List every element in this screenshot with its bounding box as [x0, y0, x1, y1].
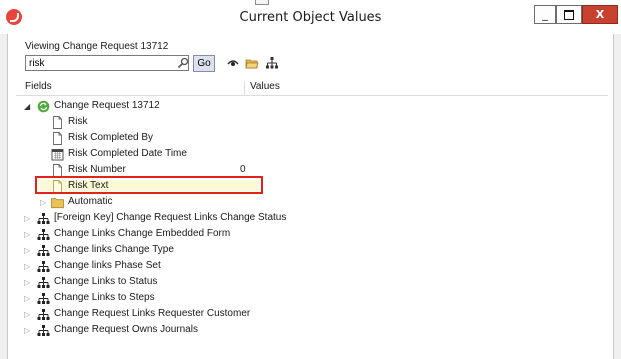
- expand-arrow-icon[interactable]: ▷: [24, 294, 30, 303]
- tree-relation-row[interactable]: ▷ Change links Change Type: [8, 243, 598, 259]
- relation-icon: [37, 261, 50, 272]
- tree-relation-row[interactable]: ▷ Change Request Owns Journals: [8, 323, 598, 339]
- expand-arrow-icon[interactable]: ▷: [24, 326, 30, 335]
- field-label: Risk: [68, 116, 88, 127]
- relation-icon: [37, 245, 50, 256]
- viewing-label: Viewing Change Request 13712: [25, 41, 169, 52]
- relation-icon: [37, 325, 50, 336]
- hierarchy-icon[interactable]: [265, 56, 279, 70]
- tree-relation-row[interactable]: ▷ Change Links to Status: [8, 275, 598, 291]
- collapse-arrow-icon[interactable]: ◢: [24, 102, 30, 111]
- window-title: Current Object Values: [239, 10, 382, 25]
- search-icon[interactable]: [177, 57, 189, 69]
- relation-label: Change links Change Type: [54, 244, 174, 255]
- document-icon: [53, 116, 62, 129]
- expand-arrow-icon[interactable]: ▷: [24, 230, 30, 239]
- current-object-values-window: Current Object Values _ X Viewing Change…: [0, 0, 621, 359]
- column-headers: Fields Values: [16, 81, 608, 96]
- change-request-icon: [37, 100, 50, 113]
- window-border-right: [613, 34, 621, 359]
- content-panel: Viewing Change Request 13712 Go Fields: [8, 34, 613, 359]
- folder-icon: [51, 198, 64, 209]
- relation-icon: [37, 277, 50, 288]
- tree-relation-row[interactable]: ▷ Change Links to Steps: [8, 291, 598, 307]
- relation-label: [Foreign Key] Change Request Links Chang…: [54, 212, 287, 223]
- maximize-button[interactable]: [556, 5, 582, 24]
- relation-label: Change Links to Steps: [54, 292, 155, 303]
- folder-label: Automatic: [68, 196, 113, 207]
- expand-arrow-icon[interactable]: ▷: [24, 278, 30, 287]
- tree-field-row[interactable]: Risk: [8, 115, 598, 131]
- tree-relation-row[interactable]: ▷ [Foreign Key] Change Request Links Cha…: [8, 211, 598, 227]
- relation-label: Change Links Change Embedded Form: [54, 228, 231, 239]
- field-value: 0: [240, 164, 246, 175]
- eye-icon[interactable]: [226, 56, 240, 70]
- tree-root-row[interactable]: ◢ Change Request 13712: [8, 99, 598, 115]
- calendar-icon: [51, 149, 64, 161]
- open-folder-icon[interactable]: [245, 56, 259, 70]
- relation-icon: [37, 309, 50, 320]
- tree-field-row[interactable]: Risk Completed By: [8, 131, 598, 147]
- tree-relation-row[interactable]: ▷ Change Links Change Embedded Form: [8, 227, 598, 243]
- tree-root-label: Change Request 13712: [54, 100, 160, 111]
- field-label: Risk Number: [68, 164, 126, 175]
- field-label: Risk Completed Date Time: [68, 148, 187, 159]
- expand-arrow-icon[interactable]: ▷: [24, 310, 30, 319]
- tree-folder-row[interactable]: ▷ Automatic: [8, 195, 598, 211]
- relation-label: Change Request Links Requester Customer: [54, 308, 251, 319]
- maximize-icon: [564, 10, 574, 20]
- title-bar[interactable]: Current Object Values _ X: [0, 0, 621, 34]
- column-divider[interactable]: [244, 81, 245, 95]
- relation-label: Change Request Owns Journals: [54, 324, 198, 335]
- expand-arrow-icon[interactable]: ▷: [24, 262, 30, 271]
- close-button[interactable]: X: [582, 5, 618, 24]
- tree-field-row[interactable]: Risk Completed Date Time: [8, 147, 598, 163]
- drag-handle[interactable]: [255, 0, 269, 5]
- go-button[interactable]: Go: [193, 55, 215, 72]
- expand-arrow-icon[interactable]: ▷: [40, 198, 46, 207]
- tree-relation-row[interactable]: ▷ Change links Phase Set: [8, 259, 598, 275]
- document-icon: [53, 132, 62, 145]
- fields-column-header[interactable]: Fields: [25, 81, 52, 92]
- field-label: Risk Completed By: [68, 132, 154, 143]
- expand-arrow-icon[interactable]: ▷: [24, 246, 30, 255]
- relation-icon: [37, 229, 50, 240]
- window-border-left: [0, 34, 8, 359]
- relation-icon: [37, 293, 50, 304]
- relation-label: Change links Phase Set: [54, 260, 161, 271]
- minimize-button[interactable]: _: [534, 5, 556, 24]
- search-input[interactable]: [27, 56, 171, 70]
- relation-icon: [37, 213, 50, 224]
- relation-label: Change Links to Status: [54, 276, 158, 287]
- values-column-header[interactable]: Values: [250, 81, 280, 92]
- search-box[interactable]: [25, 55, 189, 71]
- expand-arrow-icon[interactable]: ▷: [24, 214, 30, 223]
- highlight-box: [35, 176, 263, 194]
- tree-relation-row[interactable]: ▷ Change Request Links Requester Custome…: [8, 307, 598, 323]
